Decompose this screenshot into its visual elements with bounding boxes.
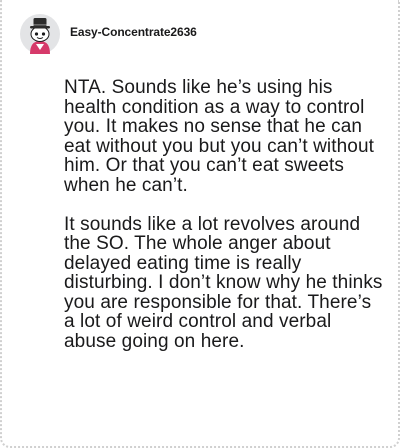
comment-body: NTA. Sounds like he’s using his health c… [64, 78, 384, 351]
comment-paragraph: NTA. Sounds like he’s using his health c… [64, 77, 375, 196]
snoo-avatar-icon[interactable] [20, 14, 60, 54]
author-username[interactable]: Easy-Concentrate2636 [70, 25, 197, 39]
comment-header: Easy-Concentrate2636 [20, 14, 197, 54]
comment-card: Easy-Concentrate2636 NTA. Sounds like he… [0, 0, 400, 448]
comment-paragraph: It sounds like a lot revolves around the… [64, 213, 383, 352]
